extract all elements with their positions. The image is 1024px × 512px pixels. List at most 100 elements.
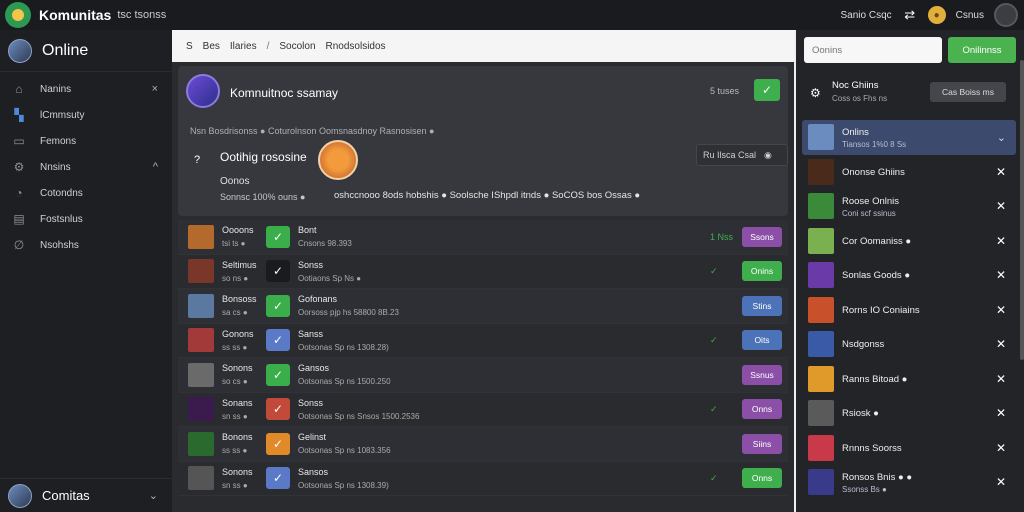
hero-description: oshccnooo 8ods hobshis ● Soolsche IShpdl… xyxy=(334,190,641,201)
table-row[interactable]: Seltimus so ns ● ✓ Sonss Ootiaons Sp Ns … xyxy=(178,255,788,289)
list-item[interactable]: Cor Oomaniss ● ✕ xyxy=(802,224,1016,259)
right-toolbar: ⚙ Noc Ghiins Coss os Fhs ns Cas Boiss ms xyxy=(796,76,1024,110)
close-icon[interactable]: ✕ xyxy=(996,475,1006,489)
close-icon[interactable]: ✕ xyxy=(996,441,1006,455)
breadcrumb-item[interactable]: Bes xyxy=(203,41,220,52)
avatar[interactable] xyxy=(188,259,214,284)
list-item[interactable]: Rnnns Soorss ✕ xyxy=(802,431,1016,466)
list-item[interactable]: Rorns IO Coniains ✕ xyxy=(802,293,1016,328)
right-toolbar-subtitle: Coss os Fhs ns xyxy=(832,94,888,103)
sidebar-item-community[interactable]: ▚ lCmmsuty xyxy=(0,102,172,128)
avatar[interactable] xyxy=(188,397,214,422)
chevron-down-icon[interactable]: ⌄ xyxy=(149,489,158,502)
avatar[interactable] xyxy=(188,466,214,491)
table-row[interactable]: Bonons ss ss ● ✓ Gelinst Ootsonas Sp ns … xyxy=(178,427,788,462)
list-item[interactable]: Roose Onlnis Coni scf ssinus ✕ xyxy=(802,189,1016,224)
table-row[interactable]: Sonons so cs ● ✓ Gansos Ootsonas Sp ns 1… xyxy=(178,358,788,393)
chevron-down-icon[interactable]: ⌄ xyxy=(997,131,1006,144)
sidebar-bottom-user[interactable]: Comitas ⌄ xyxy=(0,478,172,512)
close-icon[interactable]: ✕ xyxy=(996,372,1006,386)
game-icon[interactable]: ✓ xyxy=(266,260,290,283)
avatar xyxy=(808,400,834,427)
game-icon[interactable]: ✓ xyxy=(266,363,290,386)
avatar[interactable] xyxy=(188,293,214,318)
close-icon[interactable]: ✕ xyxy=(996,406,1006,420)
avatar[interactable] xyxy=(188,224,214,249)
app-logo-icon[interactable] xyxy=(5,2,31,28)
sidebar-item-settings[interactable]: ⚙ Nnsins ^ xyxy=(0,154,172,180)
game-icon[interactable]: ✓ xyxy=(266,294,290,317)
breadcrumb-item[interactable]: Socolon xyxy=(279,41,315,52)
join-check-button[interactable]: ✓ xyxy=(754,79,780,101)
list-item[interactable]: Ronsos Bnis ● ● Ssonss Bs ● ✕ xyxy=(802,465,1016,500)
list-item[interactable]: Ononse Ghiins ✕ xyxy=(802,155,1016,190)
game-icon[interactable]: ✓ xyxy=(266,398,290,421)
live-badge-label: Ru Ilsca Csal xyxy=(703,150,757,160)
row-action-button[interactable]: Onns xyxy=(742,468,782,489)
close-icon[interactable]: ✕ xyxy=(996,268,1006,282)
table-row[interactable]: Sonans sn ss ● ✓ Sonss Ootsonas Sp ns Sn… xyxy=(178,393,788,427)
close-icon[interactable]: ✕ xyxy=(996,165,1006,179)
community-icon: ▚ xyxy=(14,108,24,122)
row-action-button[interactable]: Ssons xyxy=(742,226,782,247)
member-meta: ss ss ● xyxy=(222,446,248,455)
table-row[interactable]: Gonons ss ss ● ✓ Sanss Ootsonas Sp ns 13… xyxy=(178,324,788,358)
list-item[interactable]: Onlins Tiansos 1%0 8 Ss ⌄ xyxy=(802,120,1016,155)
search-input[interactable] xyxy=(804,37,942,63)
sidebar-item-list[interactable]: ▤ Fostsnlus xyxy=(0,206,172,232)
settings-icon[interactable]: ⚙ xyxy=(810,86,821,100)
game-icon[interactable]: ✓ xyxy=(266,225,290,248)
table-row[interactable]: Sonons sn ss ● ✓ Sansos Ootsonas Sp ns 1… xyxy=(178,462,788,496)
sidebar-item-home[interactable]: ⌂ Nanins × xyxy=(0,76,172,102)
close-icon[interactable]: ✕ xyxy=(996,234,1006,248)
scrollbar[interactable] xyxy=(1020,60,1024,360)
sidebar-item-label: Nsohshs xyxy=(40,239,79,251)
close-icon[interactable]: ✕ xyxy=(996,337,1006,351)
member-name: Gonons xyxy=(222,328,254,339)
list-item[interactable]: Rsiosk ● ✕ xyxy=(802,396,1016,431)
row-action-button[interactable]: Siins xyxy=(742,433,782,454)
sidebar-user[interactable]: Online xyxy=(0,30,172,72)
close-icon[interactable]: × xyxy=(152,83,158,95)
close-icon[interactable]: ✕ xyxy=(996,199,1006,213)
sidebar-item-friends[interactable]: ▭ Femons xyxy=(0,128,172,154)
avatar[interactable] xyxy=(188,362,214,387)
table-row[interactable]: Oooons tsi ts ● ✓ Bont Cnsons 98.393 1 N… xyxy=(178,220,788,255)
swap-icon[interactable]: ⇄ xyxy=(902,7,918,23)
close-icon[interactable]: ✕ xyxy=(996,303,1006,317)
list-item-name: Sonlas Goods ● xyxy=(842,270,911,281)
row-action-button[interactable]: Onns xyxy=(742,399,782,420)
game-icon[interactable]: ✓ xyxy=(266,432,290,455)
list-item[interactable]: Ranns Bitoad ● ✕ xyxy=(802,362,1016,397)
sidebar-item-link[interactable]: ∅ Nsohshs xyxy=(0,232,172,258)
list-item[interactable]: Nsdgonss ✕ xyxy=(802,327,1016,362)
row-action-button[interactable]: Ssnus xyxy=(742,364,782,385)
sidebar-item-chat[interactable]: ◔ Cotondns xyxy=(0,180,172,206)
game-icon[interactable]: ✓ xyxy=(266,329,290,352)
game-icon[interactable]: ✓ xyxy=(266,467,290,490)
top-link[interactable]: Sanio Csqc xyxy=(841,10,892,21)
activity-title: Gansos xyxy=(298,363,330,373)
user-avatar[interactable] xyxy=(994,3,1018,27)
live-badge[interactable]: Ru Ilsca Csal ◉ xyxy=(696,144,788,166)
chevron-up-icon[interactable]: ^ xyxy=(153,161,158,173)
online-button[interactable]: Onilinnss xyxy=(948,37,1016,63)
avatar[interactable] xyxy=(188,328,214,353)
community-count: 5 tuses xyxy=(710,86,740,96)
row-action-button[interactable]: Onins xyxy=(742,261,782,282)
coin-label[interactable]: Csnus xyxy=(956,10,984,21)
breadcrumb-item[interactable]: Rnodsolsidos xyxy=(326,41,386,52)
breadcrumb-item[interactable]: Ilaries xyxy=(230,41,257,52)
avatar[interactable] xyxy=(188,431,214,456)
featured-avatar[interactable] xyxy=(318,140,358,180)
right-toolbar-button[interactable]: Cas Boiss ms xyxy=(930,82,1006,102)
list-item[interactable]: Sonlas Goods ● ✕ xyxy=(802,258,1016,293)
hero-stat: Sonnsc 100% ouns ● xyxy=(220,192,306,202)
table-row[interactable]: Bonsoss sa cs ● ✓ Gofonans Oorsoss pjp h… xyxy=(178,289,788,324)
coin-icon[interactable]: ● xyxy=(927,6,946,24)
status-tag: ✓ xyxy=(710,403,718,414)
status-tag: ✓ xyxy=(710,334,718,345)
row-action-button[interactable]: Stins xyxy=(742,295,782,316)
breadcrumb-item[interactable]: S xyxy=(186,41,193,52)
row-action-button[interactable]: Oits xyxy=(742,330,782,351)
